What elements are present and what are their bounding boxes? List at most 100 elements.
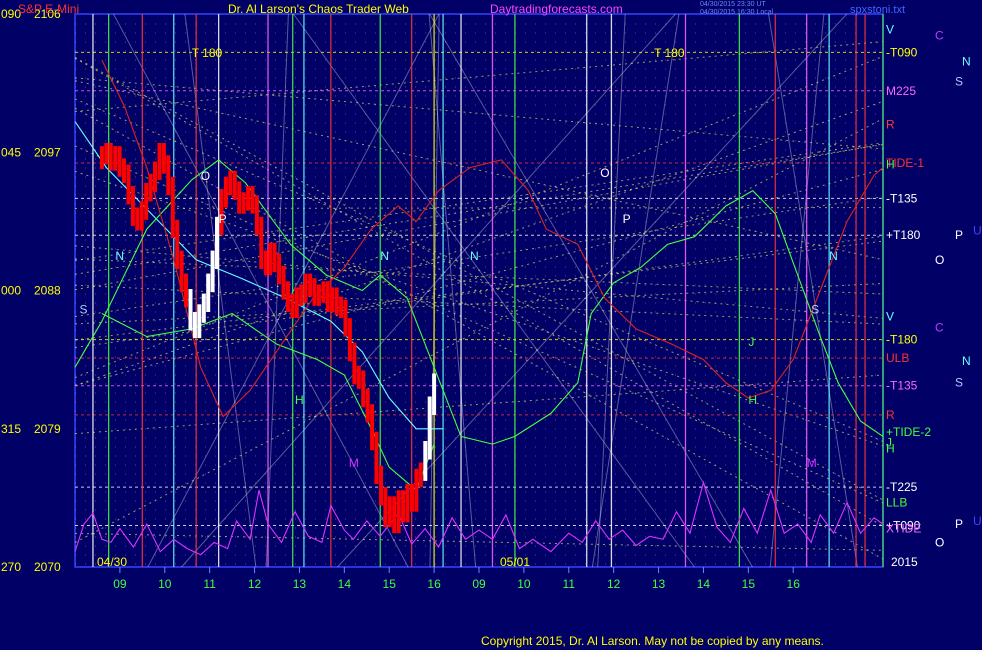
level-label: -T135 [886,191,918,205]
price-bar [153,161,157,193]
chart-letter: N [115,249,124,263]
year-label: 2015 [891,555,918,569]
chart-letter: H [295,393,304,407]
y-tick-label: 2070 [34,560,61,574]
level-label: V [886,310,894,324]
price-bar [396,490,401,534]
level-label: +TIDE-2 [886,425,931,439]
price-bar [285,281,290,312]
side-letter: O [935,535,944,549]
price-bar [352,342,357,385]
y-tick-label: 2088 [34,284,61,298]
side-letter: C [935,320,944,334]
price-bar [330,287,335,312]
x-tick-label: 12 [607,577,621,591]
price-bar [157,143,162,180]
price-bar [325,281,330,312]
price-bar [175,219,180,269]
level-label: -T180 [886,333,918,347]
y-tick-label: 2097 [34,145,61,159]
price-bar [99,146,104,170]
timestamp-local: 04/30/2015 16:30 Local [700,9,774,16]
price-bar [135,207,140,231]
price-bar [113,146,118,171]
x-tick-label: 14 [697,577,711,591]
y-angle-label: 270 [1,560,21,574]
price-bar [414,468,419,512]
level-label: H [886,442,895,456]
x-tick-label: 10 [517,577,531,591]
price-bar [170,176,175,239]
price-bar [179,250,184,293]
side-letter: C [935,29,944,43]
level-label: H [886,158,895,172]
timestamp-ut: 04/30/2015 23:30 UT [700,1,766,8]
price-bar [108,143,113,171]
chart-letter: T 180 [654,46,685,60]
price-bar [308,273,313,297]
price-bar-highlight [432,373,437,415]
side-letter: N [962,354,971,368]
y-angle-label: 000 [1,284,21,298]
x-tick-label: 16 [787,577,801,591]
level-label: -T135 [886,379,918,393]
price-bar [250,186,255,214]
price-bar [184,273,188,308]
y-tick-label: 2079 [34,422,61,436]
price-bar [365,388,370,423]
price-bar [272,242,277,273]
site-link[interactable]: Daytradingforecasts.com [490,2,623,16]
x-tick-label: 13 [293,577,307,591]
price-bar-highlight [192,312,197,339]
level-label: M225 [886,84,916,98]
level-label: -T090 [886,45,918,59]
price-bar [254,195,259,236]
chart-letter: O [201,169,210,183]
side-letter: U [973,224,982,238]
side-letter: U [973,514,982,528]
price-bar [241,192,246,214]
side-letter: P [955,228,963,242]
level-label: ULB [886,351,909,365]
x-tick-label: 16 [427,577,441,591]
chart-letter: N [470,249,479,263]
price-bar [144,183,149,220]
price-bar [321,281,326,303]
price-bar [299,284,304,306]
price-bar [343,299,348,337]
price-bar-highlight [188,289,193,331]
price-bar [223,176,228,208]
chart-letter: S [79,303,87,317]
chart-window: T 180 T 180 O P N S H M N N O P J H S M N V -T090 M225 R TIDE… [0,0,982,650]
side-letter: S [955,75,963,89]
price-bar [418,462,423,488]
chart-letter: N [829,249,838,263]
price-bar [130,186,135,226]
chart-letter: P [623,212,631,226]
x-tick-label: 11 [563,577,576,591]
x-tick-label: 12 [248,577,262,591]
level-label: LLB [886,495,907,509]
price-bar [356,365,361,389]
price-bar-highlight [423,441,428,481]
x-tick-label: 13 [652,577,666,591]
side-letter: N [962,55,971,69]
date-label-mid: 05/01 [500,555,530,569]
level-label: +T180 [886,228,921,242]
date-label-left: 04/30 [97,555,127,569]
price-bar-highlight [201,293,206,323]
data-file-name: spxstoni.txt [850,4,905,16]
price-bar [405,484,410,523]
price-bar [281,265,286,300]
x-tick-label: 09 [113,577,127,591]
price-bar [370,404,375,451]
price-bar [410,484,414,512]
chart-letter: N [380,249,389,263]
price-bar [104,143,109,165]
price-bar [122,158,126,183]
price-bar [228,170,233,196]
price-bar [246,186,251,211]
price-bar [290,293,295,319]
x-tick-label: 11 [203,577,216,591]
price-bar [334,287,339,315]
